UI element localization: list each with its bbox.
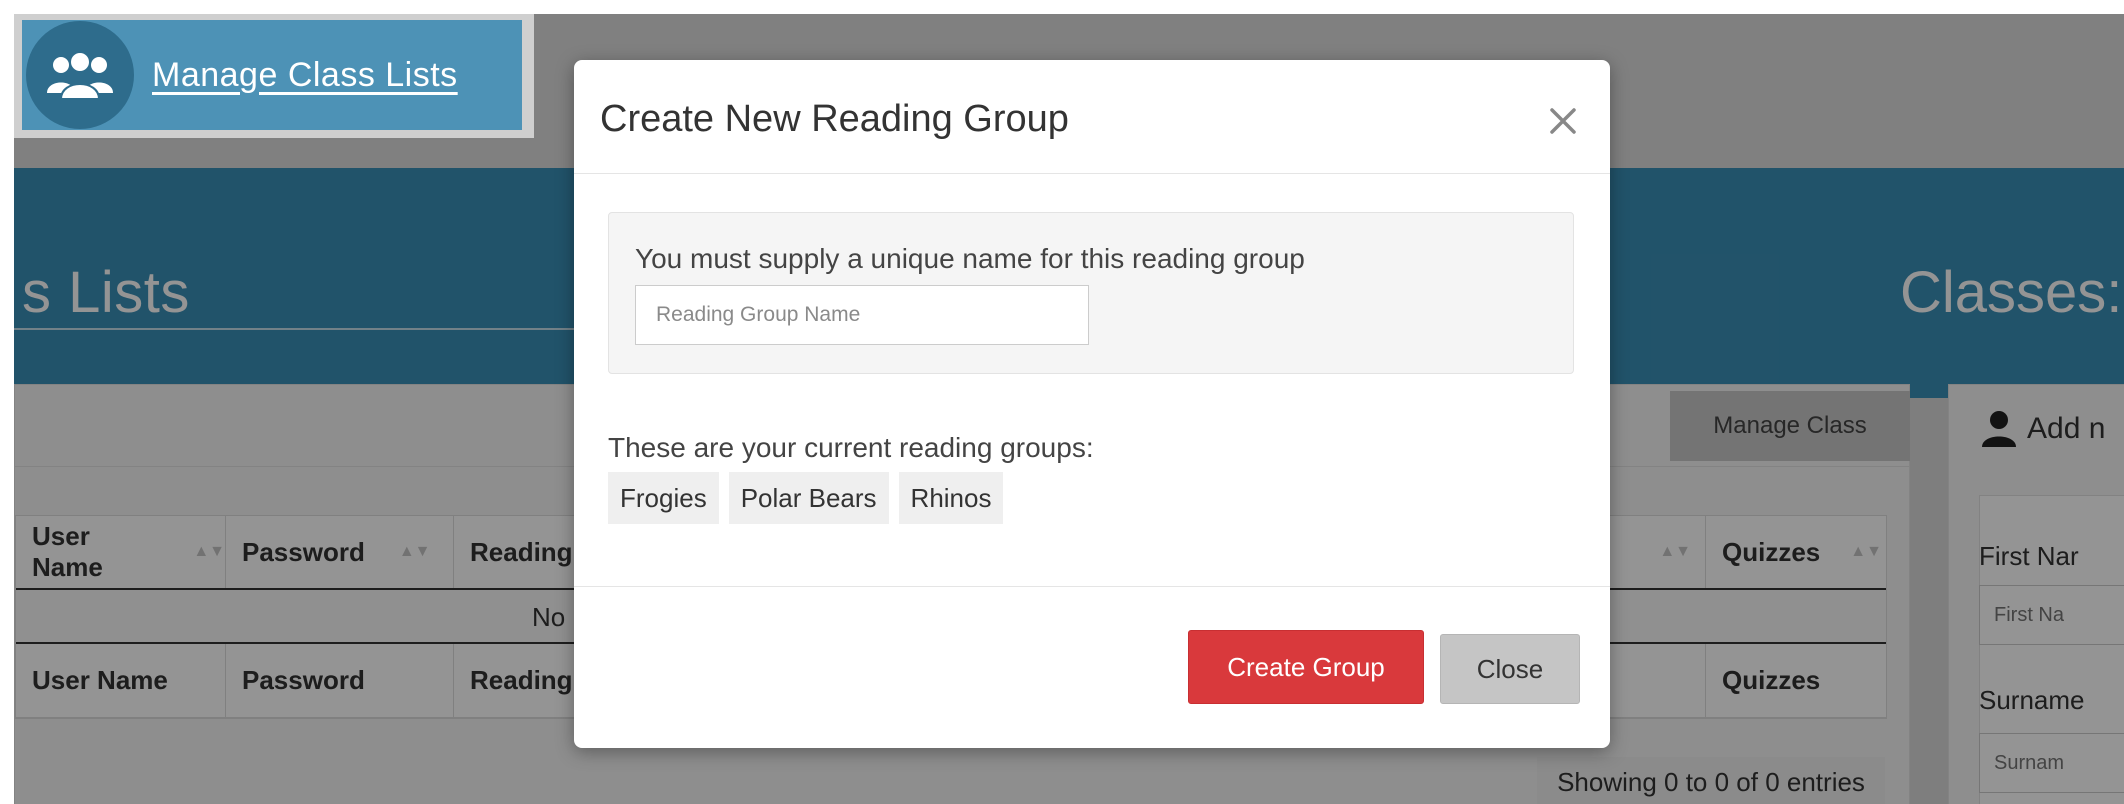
modal-title: Create New Reading Group [600,98,1069,140]
create-reading-group-modal: Create New Reading Group You must supply… [574,60,1610,748]
group-chip-polar-bears: Polar Bears [728,472,889,524]
modal-footer-divider [574,586,1610,587]
close-icon[interactable] [1546,104,1580,138]
current-groups-list: Frogies Polar Bears Rhinos [608,472,1004,524]
badge-icon-circle [26,21,134,129]
group-name-well: You must supply a unique name for this r… [608,212,1574,374]
create-group-button[interactable]: Create Group [1188,630,1424,704]
reading-group-name-input[interactable] [635,285,1089,345]
close-button[interactable]: Close [1440,634,1580,704]
group-chip-rhinos: Rhinos [898,472,1004,524]
group-chip-frogies: Frogies [608,472,719,524]
users-icon [47,51,113,100]
manage-class-lists-badge[interactable]: Manage Class Lists [22,20,522,130]
current-groups-label: These are your current reading groups: [608,432,1094,463]
manage-class-lists-link[interactable]: Manage Class Lists [152,56,458,95]
modal-header: Create New Reading Group [574,60,1610,174]
x-icon [1550,108,1576,134]
group-name-instruction: You must supply a unique name for this r… [635,243,1305,274]
